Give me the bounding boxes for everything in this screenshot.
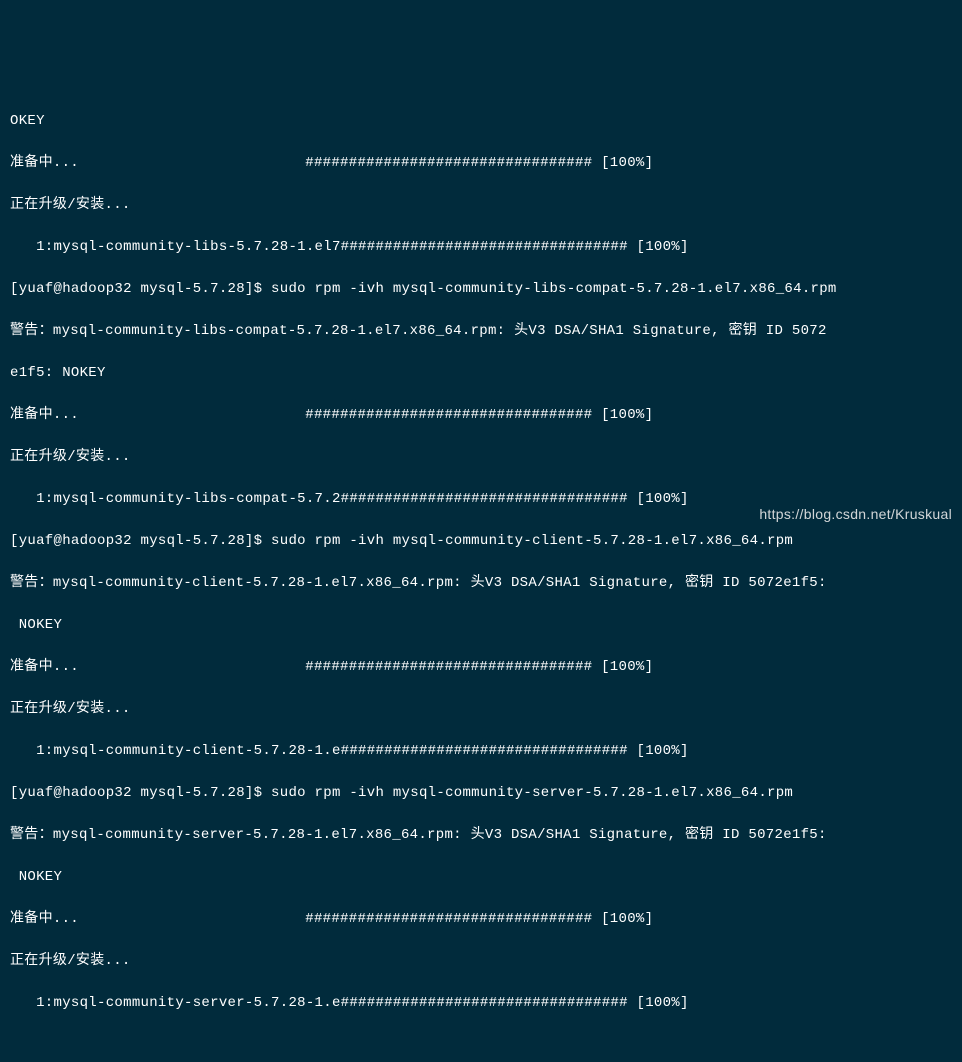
terminal-line: 正在升级/安装... — [10, 699, 952, 720]
terminal-line: 准备中... #################################… — [10, 153, 952, 174]
terminal-line: [yuaf@hadoop32 mysql-5.7.28]$ sudo rpm -… — [10, 531, 952, 552]
terminal-line: [yuaf@hadoop32 mysql-5.7.28]$ sudo rpm -… — [10, 279, 952, 300]
terminal-line: 准备中... #################################… — [10, 909, 952, 930]
terminal-line: e1f5: NOKEY — [10, 363, 952, 384]
terminal-line: 准备中... #################################… — [10, 405, 952, 426]
terminal-line: 正在升级/安装... — [10, 951, 952, 972]
terminal-line: 准备中... #################################… — [10, 657, 952, 678]
terminal-line: [yuaf@hadoop32 mysql-5.7.28]$ sudo rpm -… — [10, 783, 952, 804]
terminal-line: 警告：mysql-community-server-5.7.28-1.el7.x… — [10, 825, 952, 846]
terminal-line: 1:mysql-community-server-5.7.28-1.e#####… — [10, 993, 952, 1014]
terminal-line: 正在升级/安装... — [10, 447, 952, 468]
terminal-output: OKEY 准备中... ############################… — [10, 90, 952, 1035]
watermark-text: https://blog.csdn.net/Kruskual — [759, 504, 952, 525]
terminal-line: NOKEY — [10, 615, 952, 636]
terminal-line: OKEY — [10, 111, 952, 132]
terminal-line: NOKEY — [10, 867, 952, 888]
terminal-line: 正在升级/安装... — [10, 195, 952, 216]
terminal-line: 警告：mysql-community-libs-compat-5.7.28-1.… — [10, 321, 952, 342]
terminal-line: 警告：mysql-community-client-5.7.28-1.el7.x… — [10, 573, 952, 594]
terminal-line: 1:mysql-community-libs-5.7.28-1.el7#####… — [10, 237, 952, 258]
terminal-line: 1:mysql-community-client-5.7.28-1.e#####… — [10, 741, 952, 762]
